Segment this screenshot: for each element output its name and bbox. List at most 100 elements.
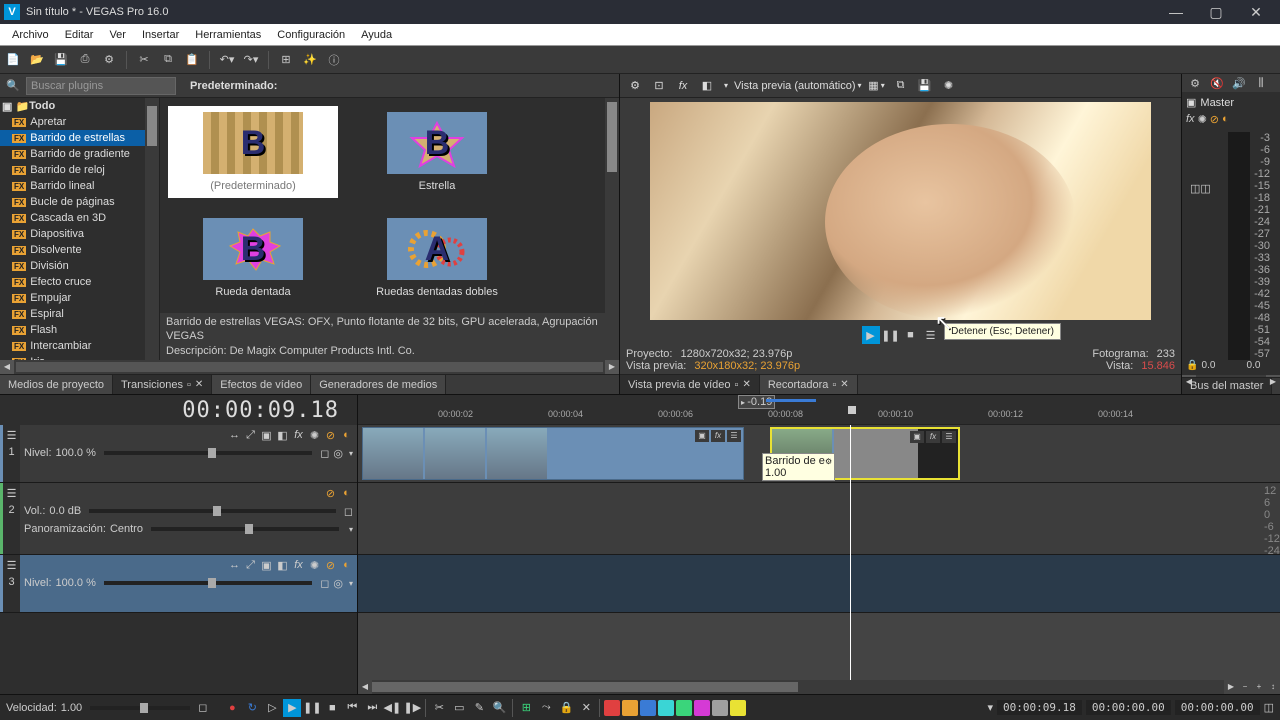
- open-icon[interactable]: 📂: [28, 51, 46, 69]
- scrub-handle[interactable]: [766, 399, 816, 402]
- video-fx-icon[interactable]: fx: [674, 77, 692, 95]
- new-icon[interactable]: 📄: [4, 51, 22, 69]
- scroll-left-icon[interactable]: ◀: [358, 680, 372, 694]
- play-from-start-button[interactable]: ▷: [263, 699, 281, 717]
- track-lane-3[interactable]: [358, 555, 1280, 613]
- lock-envelope-icon[interactable]: 🔒: [557, 699, 575, 717]
- track-number[interactable]: ☰1: [0, 425, 20, 482]
- solo-icon[interactable]: 🔊: [1230, 74, 1248, 92]
- track-header-2[interactable]: ☰2 ⊘◐ Vol.:0.0 dB◻ Panoramización:Centro…: [0, 483, 357, 555]
- marker-icon[interactable]: ✨: [301, 51, 319, 69]
- play-button[interactable]: ▶: [862, 326, 880, 344]
- scroll-right-icon[interactable]: ▶: [1224, 680, 1238, 694]
- mono-icon[interactable]: ◐: [1222, 113, 1229, 126]
- marker-icon[interactable]: [848, 406, 856, 414]
- close-button[interactable]: ✕: [1236, 0, 1276, 24]
- paste-icon[interactable]: 📋: [183, 51, 201, 69]
- dropdown-icon[interactable]: ▾: [349, 449, 353, 458]
- marker-green-icon[interactable]: [676, 700, 692, 716]
- preset-card[interactable]: B Estrella: [352, 106, 522, 198]
- zoom-out-icon[interactable]: −: [1238, 680, 1252, 694]
- track-header-1[interactable]: ☰1 ↔⤢▣◧fx✺⊘◐ Nivel:100.0 %◻◎▾: [0, 425, 357, 483]
- tree-vscroll[interactable]: [145, 98, 159, 360]
- menu-insertar[interactable]: Insertar: [134, 27, 187, 43]
- help-icon[interactable]: ⓘ: [325, 51, 343, 69]
- tab-transiciones[interactable]: Transiciones▫✕: [113, 375, 212, 394]
- go-end-button[interactable]: ⏭: [363, 699, 381, 717]
- marker-magenta-icon[interactable]: [694, 700, 710, 716]
- auto-crossfade-icon[interactable]: ✕: [577, 699, 595, 717]
- speed-slider[interactable]: [90, 706, 190, 710]
- tab-efectos[interactable]: Efectos de vídeo: [212, 375, 311, 394]
- minimize-button[interactable]: —: [1156, 0, 1196, 24]
- snap-icon[interactable]: ⊞: [277, 51, 295, 69]
- pause-button[interactable]: ❚❚: [303, 699, 321, 717]
- stereo-link-icon[interactable]: ◫◫: [1190, 182, 1211, 195]
- phase-icon[interactable]: ⊘: [1210, 113, 1219, 126]
- tab-bus-master[interactable]: Bus del master: [1182, 378, 1272, 394]
- tree-item[interactable]: FXBarrido de gradiente: [0, 146, 159, 162]
- tree-item[interactable]: FXEspiral: [0, 306, 159, 322]
- tree-root[interactable]: ▣ 📁 Todo: [0, 98, 159, 114]
- automation-icon[interactable]: ✺: [1198, 113, 1207, 126]
- scrub-indicator[interactable]: ▸ -0.19: [738, 395, 775, 409]
- save-icon[interactable]: 💾: [52, 51, 70, 69]
- select-tool-icon[interactable]: ▭: [450, 699, 468, 717]
- timecode-2[interactable]: 00:00:00.00: [1086, 700, 1171, 715]
- normal-edit-icon[interactable]: ✂: [430, 699, 448, 717]
- transition-tree[interactable]: ▣ 📁 Todo FXApretar FXBarrido de estrella…: [0, 98, 160, 360]
- marker-yellow-icon[interactable]: [730, 700, 746, 716]
- menu-editar[interactable]: Editar: [57, 27, 102, 43]
- dock-icon[interactable]: ▫: [735, 379, 739, 391]
- dock-icon[interactable]: ◫: [1264, 701, 1274, 714]
- pan-slider[interactable]: [151, 527, 339, 531]
- copy-snapshot-icon[interactable]: ⧉: [892, 77, 910, 95]
- close-tab-icon[interactable]: ✕: [195, 379, 203, 390]
- pause-button[interactable]: ❚❚: [882, 326, 900, 344]
- timeline-hscroll[interactable]: ◀ ▶ − + ↕: [358, 680, 1280, 694]
- marker-gray-icon[interactable]: [712, 700, 728, 716]
- next-frame-button[interactable]: ❚▶: [403, 699, 421, 717]
- dropdown-icon[interactable]: ▾: [724, 81, 728, 90]
- lock-icon[interactable]: 🔒: [1186, 360, 1198, 371]
- menu-herramientas[interactable]: Herramientas: [187, 27, 269, 43]
- tree-item[interactable]: FXBarrido lineal: [0, 178, 159, 194]
- tab-medios[interactable]: Medios de proyecto: [0, 375, 113, 394]
- zoom-in-icon[interactable]: +: [1252, 680, 1266, 694]
- track-icons[interactable]: ⊘◐: [324, 487, 353, 500]
- tree-item[interactable]: FXFlash: [0, 322, 159, 338]
- zoom-tool-icon[interactable]: 🔍: [490, 699, 508, 717]
- preset-card[interactable]: A Ruedas dentadas dobles: [352, 212, 522, 304]
- video-clip[interactable]: ▣fx☰: [362, 427, 744, 480]
- vol-slider[interactable]: [89, 509, 336, 513]
- track-number[interactable]: ☰3: [0, 555, 20, 612]
- transition-badge[interactable]: Barrido de e⚙1.00: [762, 453, 835, 481]
- tree-item[interactable]: FXBucle de páginas: [0, 194, 159, 210]
- menu-configuracion[interactable]: Configuración: [269, 27, 353, 43]
- mixer-icon[interactable]: ⫼: [1252, 74, 1270, 92]
- level-slider[interactable]: [104, 451, 312, 455]
- tree-item[interactable]: FXDiapositiva: [0, 226, 159, 242]
- copy-icon[interactable]: ⧉: [159, 51, 177, 69]
- project-settings-icon[interactable]: ⚙: [626, 77, 644, 95]
- mute-icon[interactable]: 🔇: [1208, 74, 1226, 92]
- dropdown-icon[interactable]: ▾: [987, 701, 993, 714]
- loop-button[interactable]: ↻: [243, 699, 261, 717]
- close-tab-icon[interactable]: ✕: [742, 379, 750, 390]
- tree-item[interactable]: FXEfecto cruce: [0, 274, 159, 290]
- dropdown-icon[interactable]: ▾: [349, 525, 353, 534]
- keyframe-icon[interactable]: ◻: [320, 577, 329, 590]
- redo-icon[interactable]: ↷▾: [242, 51, 260, 69]
- track-lane-2[interactable]: 1260 -6-12-24-48: [358, 483, 1280, 555]
- adjust-icon[interactable]: ✺: [940, 77, 958, 95]
- tree-item[interactable]: FXDivisión: [0, 258, 159, 274]
- tracks-area[interactable]: ▣fx☰ ▣fx☰ Barrido de e⚙1.00 1260 -6-12-2…: [358, 425, 1280, 680]
- stop-button[interactable]: ■: [323, 699, 341, 717]
- dock-icon[interactable]: ▫: [187, 379, 191, 391]
- overlays-icon[interactable]: ▦▾: [868, 77, 886, 95]
- clip-tools[interactable]: ▣fx☰: [910, 431, 956, 443]
- tree-item[interactable]: FXCascada en 3D: [0, 210, 159, 226]
- timecode-3[interactable]: 00:00:00.00: [1175, 700, 1260, 715]
- level-slider[interactable]: [104, 581, 312, 585]
- tree-item[interactable]: FXDisolvente: [0, 242, 159, 258]
